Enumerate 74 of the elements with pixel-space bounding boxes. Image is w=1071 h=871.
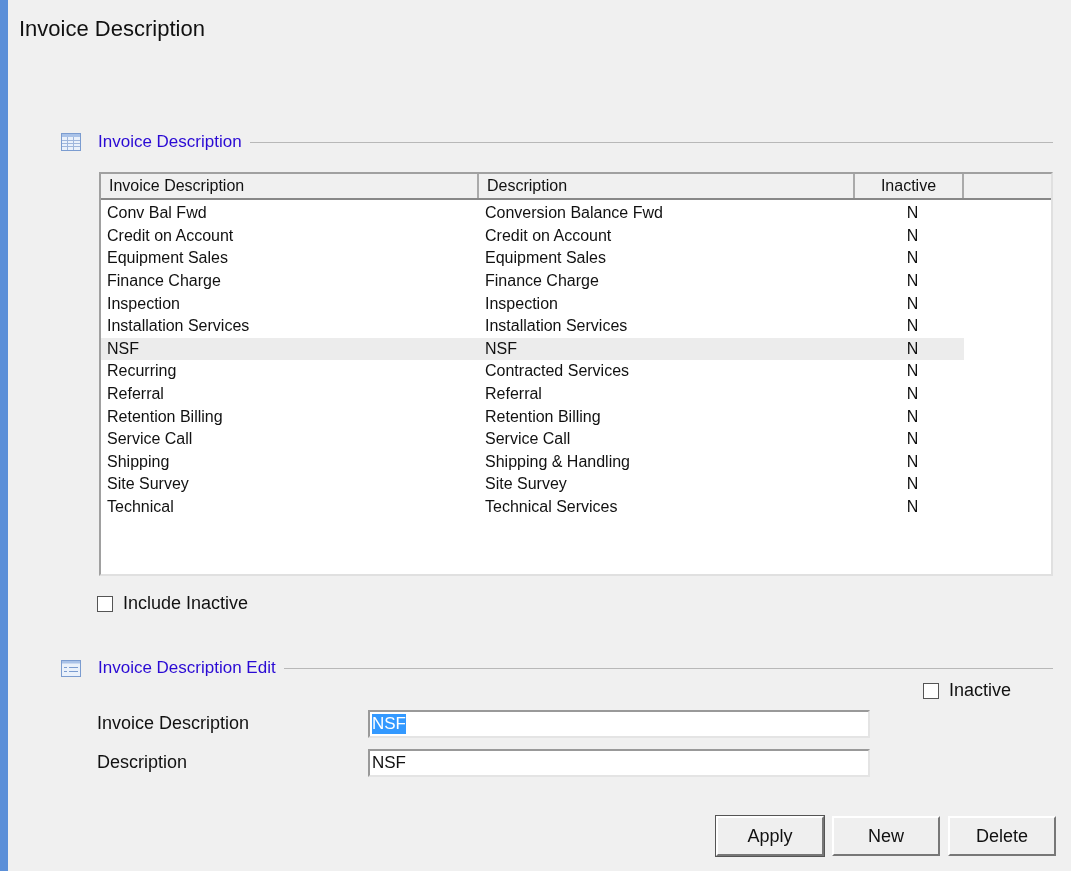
table-cell-text: Technical [106, 498, 175, 516]
table-cell-text: N [905, 226, 920, 245]
table-cell-text: Recurring [106, 362, 178, 381]
table-cell-text: Referral [106, 385, 165, 404]
table-cell-text: Retention Billing [484, 407, 602, 426]
table-row[interactable]: Conv Bal Fwd Conversion Balance Fwd N [101, 202, 964, 225]
section-title: Invoice Description [98, 132, 242, 152]
table-cell-text: Shipping [106, 452, 171, 471]
table-row[interactable]: Installation Services Installation Services N [101, 314, 964, 338]
table-cell-text: N [905, 339, 920, 358]
table-cell-text: Finance Charge [106, 272, 222, 291]
checkbox-label: Inactive [949, 680, 1012, 701]
field-label: Description [97, 752, 189, 773]
table-row[interactable]: Credit on Account Credit on Account N [101, 224, 964, 248]
table-cell-text: N [905, 317, 920, 336]
table-cell-text: N [905, 498, 920, 516]
table-cell-text: Site Survey [106, 475, 190, 494]
table-cell-text: Inspection [106, 294, 181, 313]
table-row[interactable]: Service Call Service Call N [101, 427, 964, 451]
table-cell-text: N [905, 385, 920, 404]
table-row[interactable]: Site Survey Site Survey N [101, 473, 964, 496]
table-cell-text: Service Call [484, 430, 572, 449]
table-cell-text: N [905, 362, 920, 381]
table-cell-text: Conv Bal Fwd [106, 204, 208, 223]
table-cell-text: N [905, 475, 920, 494]
checkbox[interactable] [923, 682, 939, 699]
table-cell-text: Technical Services [484, 498, 619, 516]
table-row[interactable]: Equipment Sales Equipment Sales N [101, 247, 964, 270]
table-row[interactable]: Technical Technical Services N [101, 495, 964, 519]
table-cell-text: Credit on Account [484, 226, 613, 245]
table-icon [61, 133, 81, 151]
table-cell-text: NSF [484, 339, 518, 358]
column-header[interactable]: Inactive [855, 174, 964, 198]
form-icon [61, 659, 81, 677]
table-cell-text: Equipment Sales [484, 249, 607, 268]
table-row[interactable]: Recurring Contracted Services N [101, 360, 964, 383]
table-cell-text: N [905, 452, 920, 471]
table-row[interactable]: Referral Referral N [101, 382, 964, 406]
table-row[interactable]: Finance Charge Finance Charge N [101, 269, 964, 293]
table-row[interactable]: Inspection Inspection N [101, 292, 964, 315]
table-cell-text: Site Survey [484, 475, 568, 494]
table-cell-text: N [905, 407, 920, 426]
table-row[interactable]: Shipping Shipping & Handling N [101, 450, 964, 474]
table-cell-text: Installation Services [106, 317, 251, 336]
column-header[interactable]: Description [479, 174, 855, 198]
table-cell-text: N [905, 272, 920, 291]
table-cell-text: Shipping & Handling [484, 452, 631, 471]
table-cell-text: N [905, 204, 920, 223]
action-button[interactable]: Delete [948, 816, 1056, 856]
table-cell-text: N [905, 430, 920, 449]
table-cell-text: Credit on Account [106, 226, 235, 245]
text-field[interactable]: NSF [368, 748, 870, 777]
table-cell-text: NSF [106, 339, 140, 358]
table-cell-text: N [905, 294, 920, 313]
checkbox-label: Include Inactive [123, 593, 249, 614]
table-cell-text: Referral [484, 385, 543, 404]
action-button[interactable]: New [832, 816, 940, 856]
table-cell-text: Contracted Services [484, 362, 631, 381]
field-label: Invoice Description [97, 713, 251, 734]
table-cell-text: N [905, 249, 920, 268]
table-cell-text: Retention Billing [106, 407, 224, 426]
table-cell-text: Conversion Balance Fwd [484, 204, 664, 223]
table-cell-text: Finance Charge [484, 272, 600, 291]
column-header[interactable]: Invoice Description [101, 174, 479, 198]
table-row[interactable]: Retention Billing Retention Billing N [101, 405, 964, 428]
action-button[interactable]: Apply [716, 816, 824, 856]
section-title: Invoice Description Edit [98, 658, 276, 678]
table-cell-text: Equipment Sales [106, 249, 229, 268]
checkbox[interactable] [97, 595, 113, 612]
table-cell-text: Service Call [106, 430, 194, 449]
table-cell-text: Inspection [484, 294, 559, 313]
table-row[interactable]: NSF NSF N [101, 337, 964, 361]
table-cell-text: Installation Services [484, 317, 629, 336]
page-title: Invoice Description [19, 16, 206, 42]
